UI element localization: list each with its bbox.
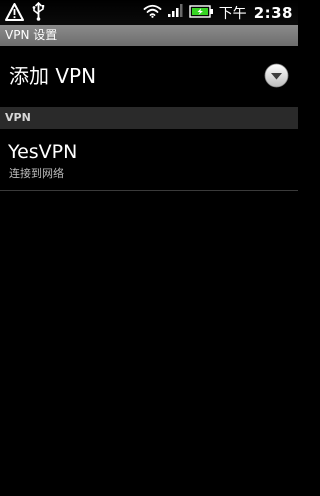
wifi-icon: [143, 3, 162, 22]
vpn-profile-name: YesVPN: [8, 141, 78, 163]
status-bar: 下午 2:38: [0, 0, 298, 25]
usb-icon: [32, 1, 45, 25]
status-ampm: 下午: [218, 5, 247, 22]
status-time: 2:38: [253, 3, 293, 22]
chevron-down-circle-icon: [264, 63, 289, 88]
battery-charging-icon: [188, 3, 214, 22]
signal-icon: [167, 3, 184, 22]
add-vpn-label: 添加 VPN: [9, 64, 97, 88]
title-bar: VPN 设置: [0, 25, 298, 47]
add-vpn-button[interactable]: 添加 VPN: [0, 46, 298, 106]
status-notifications: [5, 1, 45, 25]
warning-icon: [5, 2, 24, 25]
section-header-label: VPN: [5, 111, 31, 124]
vpn-profile-status: 连接到网络: [9, 167, 64, 180]
page-title: VPN 设置: [5, 28, 58, 42]
vpn-settings-screen: 下午 2:38 VPN 设置 添加 VPN VPN YesVPN 连接到网络: [0, 0, 298, 496]
section-header-vpn: VPN: [0, 107, 298, 129]
vpn-profile-item[interactable]: YesVPN 连接到网络: [0, 130, 298, 191]
status-system: 下午 2:38: [143, 0, 293, 25]
